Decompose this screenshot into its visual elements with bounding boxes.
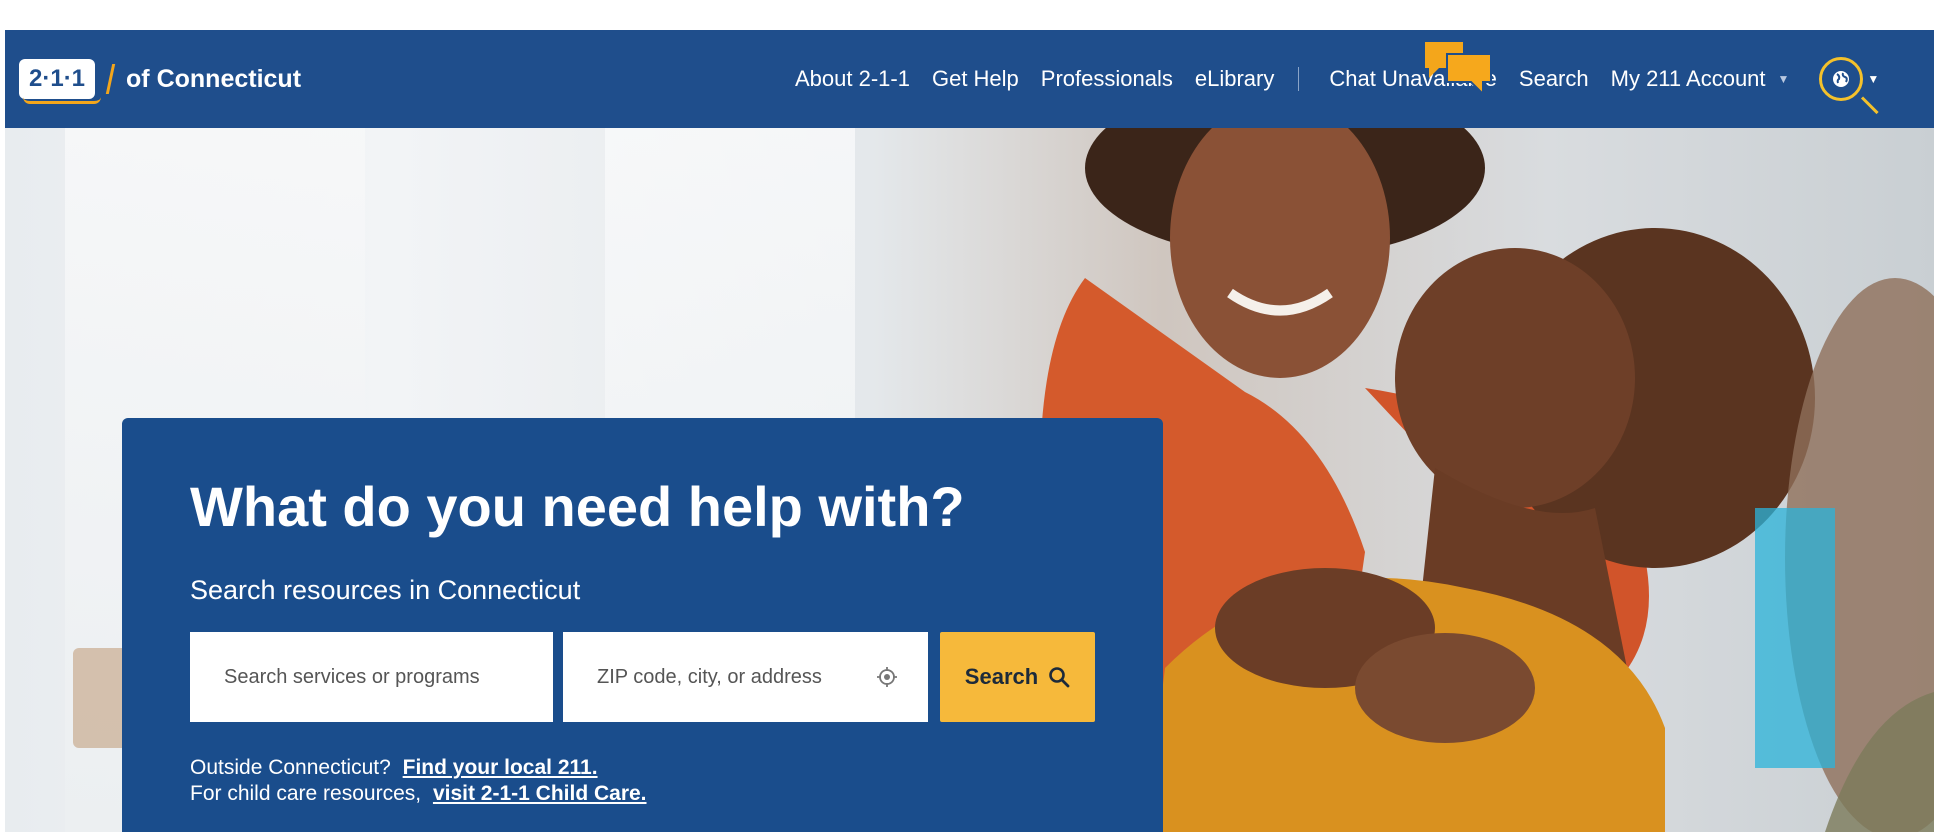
logo-divider bbox=[105, 64, 116, 94]
location-target-icon[interactable] bbox=[876, 666, 898, 688]
nav-elibrary[interactable]: eLibrary bbox=[1195, 66, 1274, 92]
hero-banner: What do you need help with? Search resou… bbox=[5, 128, 1934, 832]
nav-account-label: My 211 Account bbox=[1610, 66, 1766, 91]
childcare-text: For child care resources, bbox=[190, 782, 422, 805]
nav-account[interactable]: My 211 Account ▼ bbox=[1611, 66, 1790, 92]
hero-background-jar bbox=[73, 648, 128, 748]
globe-icon bbox=[1833, 71, 1850, 87]
site-logo[interactable]: 2·1·1 of Connecticut bbox=[19, 59, 302, 104]
location-field bbox=[563, 632, 928, 722]
services-input[interactable] bbox=[190, 665, 553, 689]
hero-title: What do you need help with? bbox=[190, 475, 965, 538]
search-button[interactable]: Search bbox=[940, 632, 1095, 722]
location-input[interactable] bbox=[563, 665, 928, 689]
language-button[interactable] bbox=[1819, 57, 1864, 101]
nav-professionals[interactable]: Professionals bbox=[1041, 66, 1173, 92]
language-caret-icon: ▼ bbox=[1867, 72, 1880, 86]
outside-connecticut-line: Outside Connecticut? Find your local 211… bbox=[190, 756, 598, 780]
nav-get-help[interactable]: Get Help bbox=[932, 66, 1019, 92]
logo-text: of Connecticut bbox=[126, 64, 302, 93]
search-card: What do you need help with? Search resou… bbox=[122, 418, 1163, 832]
child-care-line: For child care resources, visit 2-1-1 Ch… bbox=[190, 782, 647, 806]
nav-about[interactable]: About 2-1-1 bbox=[795, 66, 910, 92]
chat-bubbles-icon bbox=[1425, 42, 1493, 96]
find-local-211-link[interactable]: Find your local 211. bbox=[403, 756, 598, 779]
main-nav: About 2-1-1 Get Help Professionals eLibr… bbox=[795, 30, 1879, 128]
services-field bbox=[190, 632, 553, 722]
search-icon bbox=[1049, 667, 1070, 688]
hero-subtitle: Search resources in Connecticut bbox=[190, 575, 581, 605]
nav-divider bbox=[1298, 67, 1300, 91]
nav-search[interactable]: Search bbox=[1519, 66, 1589, 92]
site-header: 2·1·1 of Connecticut About 2-1-1 Get Hel… bbox=[5, 30, 1934, 128]
logo-badge: 2·1·1 bbox=[19, 59, 102, 104]
search-button-label: Search bbox=[964, 664, 1039, 689]
chat-wrap: Chat Unavailable bbox=[1329, 42, 1497, 96]
child-care-link[interactable]: visit 2-1-1 Child Care. bbox=[433, 782, 647, 805]
chevron-down-icon: ▼ bbox=[1777, 72, 1790, 86]
outside-text: Outside Connecticut? bbox=[190, 756, 391, 779]
